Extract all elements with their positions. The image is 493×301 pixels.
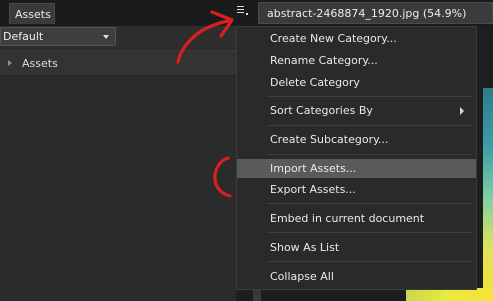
menu-item-delete-category[interactable]: Delete Category	[237, 73, 476, 92]
menu-item-rename-category[interactable]: Rename Category...	[237, 51, 476, 70]
menu-item-export-assets[interactable]: Export Assets...	[237, 180, 476, 199]
tab-assets-label: Assets	[15, 8, 51, 21]
menu-item-show-as-list[interactable]: Show As List	[237, 238, 476, 257]
document-tab-label: abstract-2468874_1920.jpg (54.9%)	[267, 7, 467, 20]
menu-item-embed-in-current-document[interactable]: Embed in current document	[237, 209, 476, 228]
menu-item-label: Create New Category...	[270, 32, 397, 45]
menu-separator	[267, 125, 472, 126]
menu-item-label: Embed in current document	[270, 212, 425, 225]
hamburger-line	[237, 12, 244, 13]
menu-separator	[267, 154, 472, 155]
menu-item-label: Delete Category	[270, 76, 360, 89]
panel-menu-button[interactable]	[236, 3, 250, 19]
chevron-down-icon	[103, 35, 109, 39]
menu-separator	[267, 232, 472, 233]
category-select-value: Default	[3, 30, 44, 43]
triangle-right-icon[interactable]	[8, 60, 12, 66]
menu-separator	[267, 96, 472, 97]
assets-panel: Assets	[0, 48, 236, 301]
category-row[interactable]: Assets	[0, 50, 236, 76]
menu-separator	[267, 203, 472, 204]
hamburger-line	[237, 9, 244, 10]
menu-item-sort-categories-by[interactable]: Sort Categories By	[237, 101, 476, 120]
assets-toolbar: Default	[0, 26, 236, 48]
menu-item-collapse-all[interactable]: Collapse All	[237, 267, 476, 286]
assets-context-menu: Create New Category... Rename Category..…	[236, 26, 477, 290]
menu-item-create-new-category[interactable]: Create New Category...	[237, 29, 476, 48]
menu-item-label: Rename Category...	[270, 54, 378, 67]
menu-item-label: Collapse All	[270, 270, 334, 283]
hamburger-menu-icon	[237, 6, 244, 7]
menu-separator	[267, 261, 472, 262]
category-select[interactable]: Default	[0, 27, 116, 46]
menu-item-label: Show As List	[270, 241, 340, 254]
menu-item-import-assets[interactable]: Import Assets...	[237, 159, 476, 178]
tab-assets[interactable]: Assets	[9, 3, 55, 24]
document-tab[interactable]: abstract-2468874_1920.jpg (54.9%)	[258, 2, 493, 24]
menu-item-label: Sort Categories By	[270, 104, 373, 117]
top-tab-strip: Assets abstract-2468874_1920.jpg (54.9%)	[0, 0, 493, 26]
category-row-label: Assets	[22, 57, 58, 70]
chevron-right-icon	[460, 107, 464, 115]
menu-item-label: Import Assets...	[270, 162, 357, 175]
menu-item-create-subcategory[interactable]: Create Subcategory...	[237, 130, 476, 149]
menu-dot	[246, 13, 248, 15]
menu-item-label: Create Subcategory...	[270, 133, 389, 146]
canvas-image-edge	[483, 88, 493, 288]
menu-item-label: Export Assets...	[270, 183, 356, 196]
